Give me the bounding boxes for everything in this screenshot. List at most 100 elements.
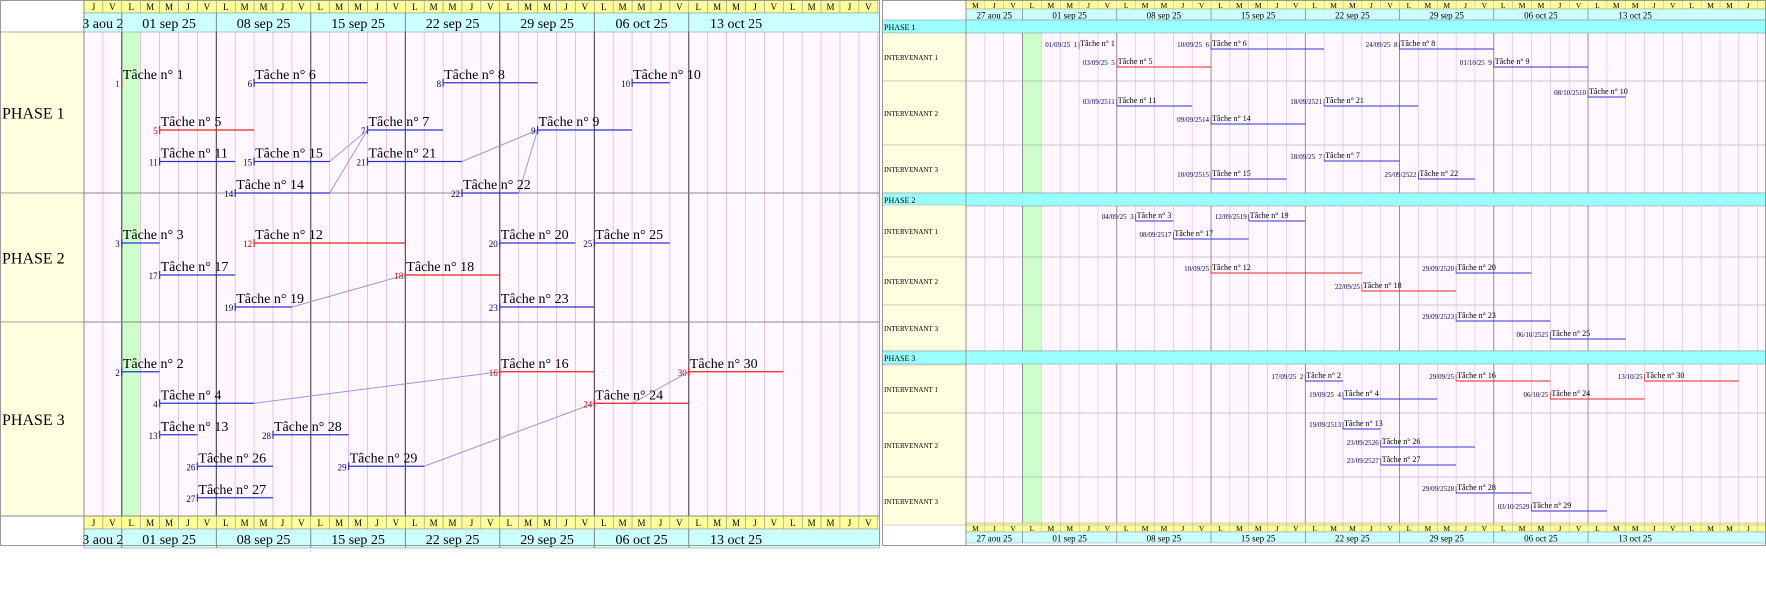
bottom-day-letter: M <box>430 518 438 528</box>
task-number: 26 <box>186 462 196 472</box>
top-day-letter: M <box>354 2 362 12</box>
top-day-letter: M <box>335 2 343 12</box>
bottom-day-letter: J <box>1181 524 1184 533</box>
top-week-label: 22 sep 25 <box>1335 11 1370 21</box>
bottom-day-letter: M <box>146 518 154 528</box>
task-label: Tâche n° 11 <box>1118 96 1156 105</box>
task-label: Tâche n° 6 <box>1212 39 1247 48</box>
task-label: Tâche n° 1 <box>123 68 184 83</box>
task-label: Tâche n° 8 <box>444 68 505 83</box>
top-day-letter: V <box>1576 1 1582 10</box>
task-number: 20 <box>489 239 499 249</box>
top-day-letter: V <box>109 2 116 12</box>
task-number: 19 <box>1240 213 1248 221</box>
task-date: 12/09/25 <box>1215 213 1240 221</box>
bottom-day-letter: L <box>1595 524 1600 533</box>
task-number: 15 <box>243 158 253 168</box>
task-10[interactable]: 08/10/25 10 Tâche n° 10 <box>1554 87 1628 98</box>
bottom-day-letter: M <box>1443 524 1450 533</box>
resource-label: INTERVENANT 1 <box>884 228 938 236</box>
top-day-letter: M <box>1519 1 1526 10</box>
task-label: Tâche n° 26 <box>1382 437 1421 446</box>
bottom-day-letter: J <box>1464 524 1467 533</box>
task-label: Tâche n° 21 <box>1325 96 1364 105</box>
task-label: Tâche n° 23 <box>1457 311 1496 320</box>
bottom-week-label: 29 sep 25 <box>1429 534 1464 544</box>
task-label: Tâche n° 1 <box>1080 39 1115 48</box>
task-date: 03/09/25 <box>1083 59 1108 67</box>
task-number: 18 <box>394 271 404 281</box>
top-day-letter: M <box>241 2 249 12</box>
task-number: 21 <box>1315 98 1323 106</box>
top-week-label: 15 sep 25 <box>1241 11 1276 21</box>
task-label: Tâche n° 15 <box>1212 169 1251 178</box>
top-day-letter: M <box>732 2 740 12</box>
top-week-label: 01 sep 25 <box>142 17 196 32</box>
top-week-label: 08 sep 25 <box>237 17 291 32</box>
top-week-label: 3 aou 2 <box>82 17 123 32</box>
task-label: Tâche n° 28 <box>274 420 342 435</box>
task-date: 08/10/25 <box>1554 89 1579 97</box>
task-label: Tâche n° 24 <box>1551 389 1590 398</box>
task-3[interactable]: 04/09/25 3 Tâche n° 3 <box>1102 211 1174 222</box>
top-day-letter: M <box>1330 1 1337 10</box>
task-2[interactable]: 17/09/25 2 Tâche n° 2 <box>1271 371 1343 382</box>
top-day-letter: J <box>1747 1 1750 10</box>
top-day-letter: M <box>165 2 173 12</box>
task-label: Tâche n° 17 <box>161 260 229 275</box>
task-label: Tâche n° 2 <box>1306 371 1341 380</box>
bottom-day-letter: L <box>129 518 135 528</box>
task-13[interactable]: 19/09/25 13 Tâche n° 13 <box>1309 419 1383 430</box>
bottom-day-letter: L <box>1407 524 1412 533</box>
bottom-day-letter: M <box>1424 524 1431 533</box>
task-number: 13 <box>149 431 159 441</box>
resource-label: INTERVENANT 2 <box>884 278 938 286</box>
task-label: Tâche n° 9 <box>1495 57 1530 66</box>
top-week-label: 06 oct 25 <box>615 17 667 32</box>
task-number: 25 <box>583 239 593 249</box>
task-date: 23/09/25 <box>1347 457 1372 465</box>
task-label: Tâche n° 7 <box>1325 151 1360 160</box>
top-day-letter: J <box>1087 1 1090 10</box>
task-number: 27 <box>1372 457 1380 465</box>
task-1[interactable]: 01/09/25 1 Tâche n° 1 <box>1045 39 1115 49</box>
task-number: 11 <box>149 158 158 168</box>
top-day-row <box>965 0 1766 10</box>
bottom-day-letter: M <box>449 518 457 528</box>
top-day-letter: V <box>393 2 400 12</box>
task-label: Tâche n° 11 <box>161 147 228 162</box>
phase-label: PHASE 3 <box>2 412 65 429</box>
bottom-day-letter: V <box>1482 524 1488 533</box>
phase-band-label: PHASE 2 <box>884 196 915 205</box>
task-number: 29 <box>1523 503 1531 511</box>
task-label: Tâche n° 23 <box>501 292 569 307</box>
task-number: 29 <box>338 462 348 472</box>
task-number: 13 <box>1334 421 1342 429</box>
task-number: 28 <box>262 431 272 441</box>
resource-label: INTERVENANT 3 <box>884 498 938 506</box>
task-number: 17 <box>149 271 159 281</box>
bottom-day-letter: L <box>1501 524 1506 533</box>
top-day-letter: J <box>92 2 96 12</box>
resource-label: INTERVENANT 2 <box>884 442 938 450</box>
top-day-letter: M <box>146 2 154 12</box>
top-day-letter: L <box>412 2 418 12</box>
resource-label: INTERVENANT 1 <box>884 54 938 62</box>
bottom-day-letter: M <box>335 518 343 528</box>
task-number: 22 <box>1409 171 1417 179</box>
bottom-day-letter: V <box>109 518 116 528</box>
top-day-letter: V <box>1293 1 1299 10</box>
task-number: 5 <box>1111 59 1115 67</box>
task-date: 19/09/25 <box>1309 391 1334 399</box>
top-day-letter: M <box>260 2 268 12</box>
task-label: Tâche n° 25 <box>595 228 663 243</box>
bottom-day-letter: M <box>713 518 721 528</box>
task-label: Tâche n° 20 <box>501 228 569 243</box>
task-label: Tâche n° 22 <box>463 178 531 193</box>
task-number: 9 <box>1488 59 1492 67</box>
bottom-day-letter: L <box>1218 524 1223 533</box>
top-week-label: 29 sep 25 <box>1429 11 1464 21</box>
top-week-label: 27 aou 25 <box>977 11 1013 21</box>
task-number: 1 <box>1074 41 1078 49</box>
top-day-letter: V <box>1105 1 1111 10</box>
